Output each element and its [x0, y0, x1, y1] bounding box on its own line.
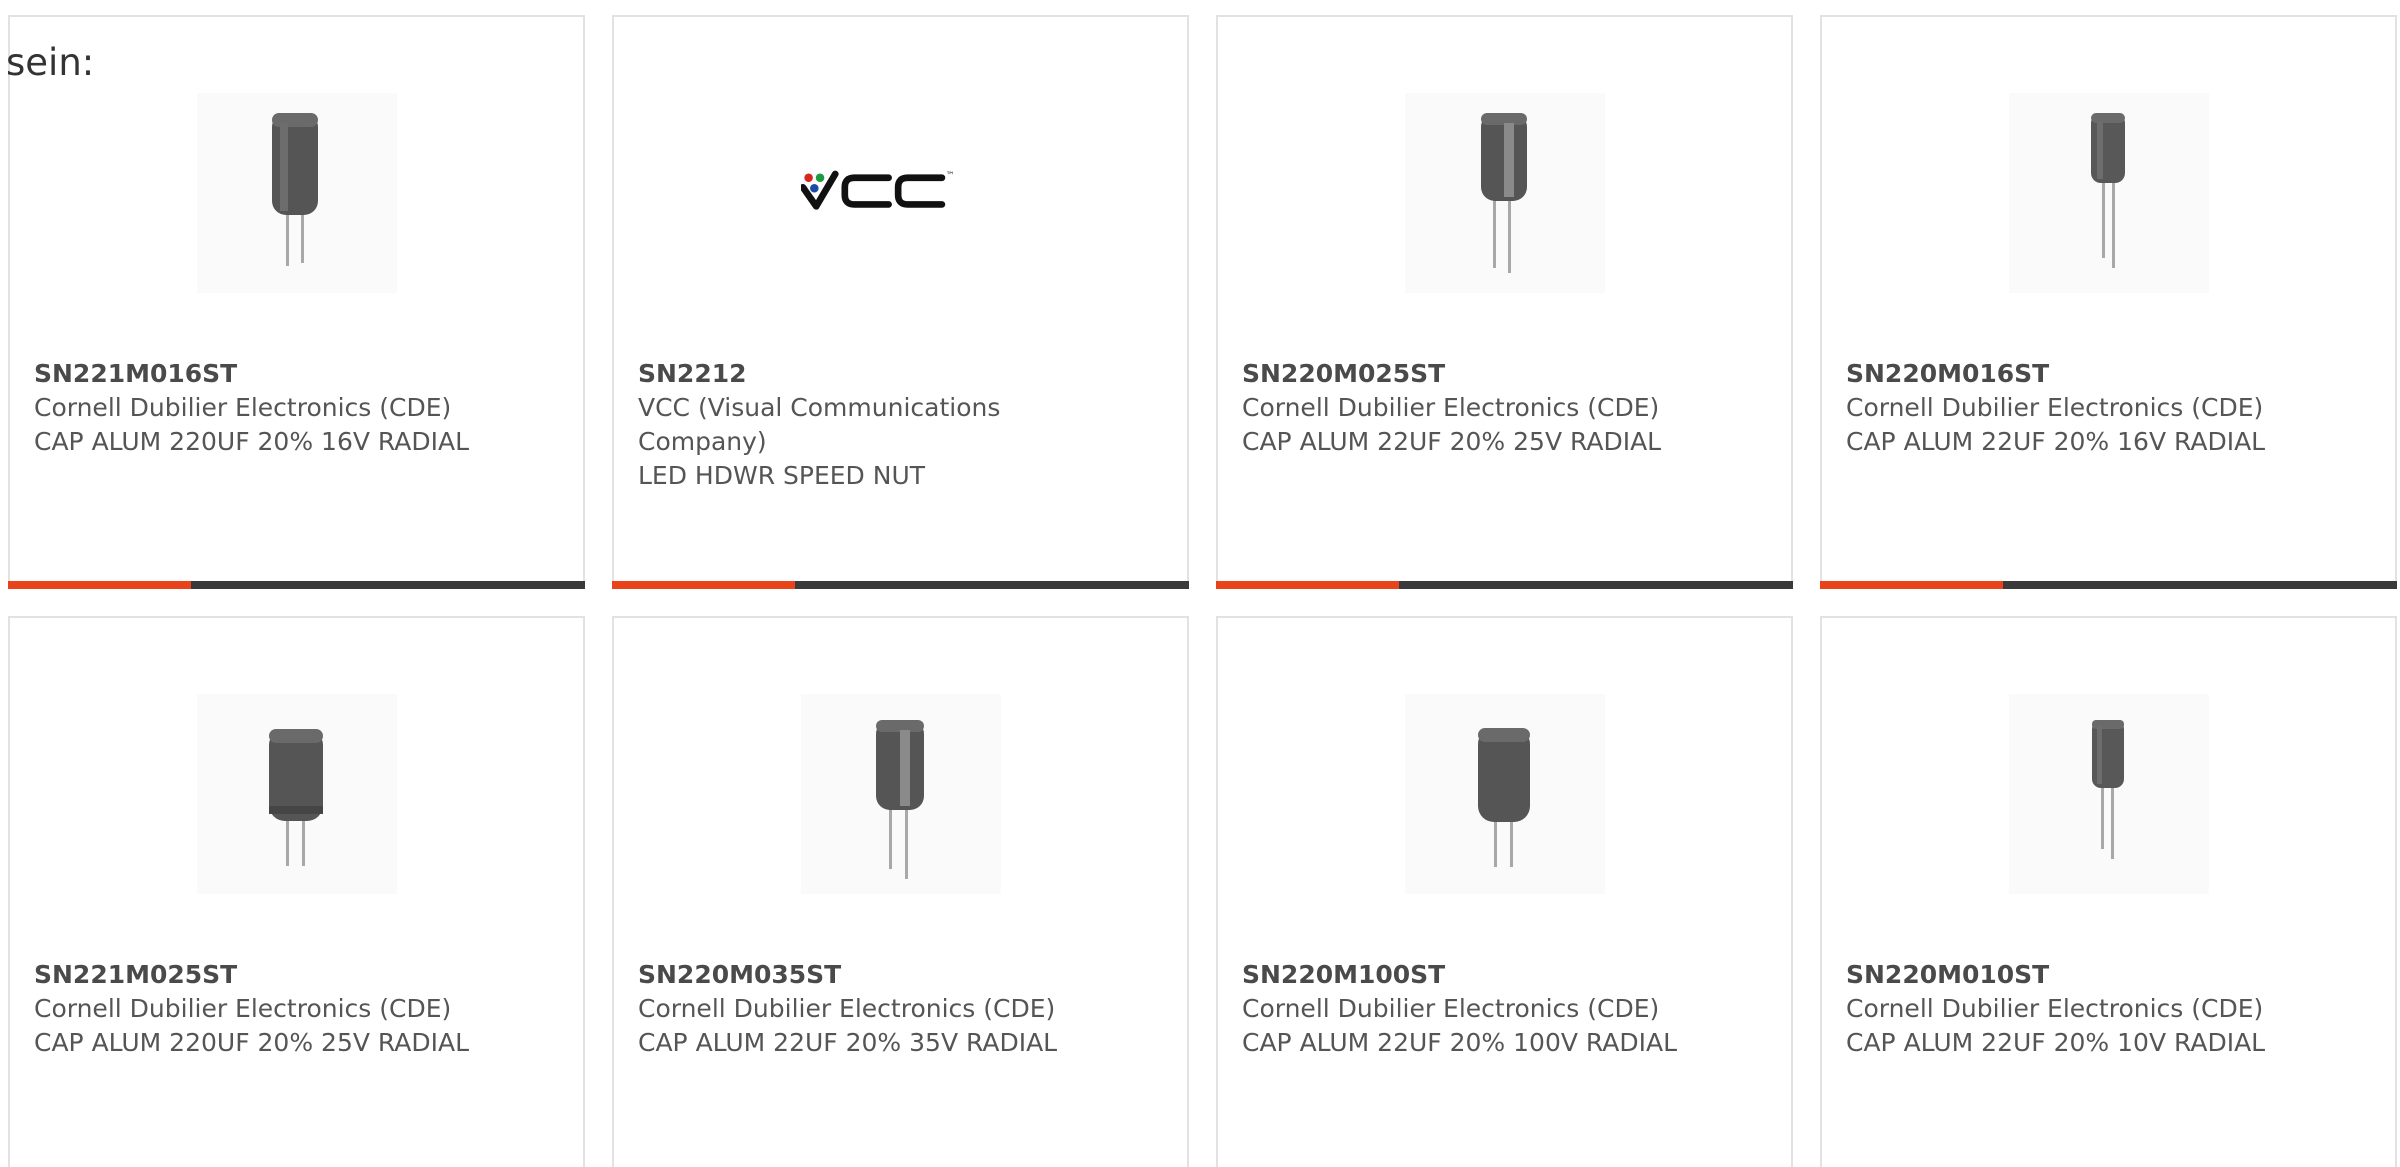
part-number[interactable]: SN220M016ST: [1846, 357, 2326, 391]
product-card[interactable]: SN220M035ST Cornell Dubilier Electronics…: [612, 616, 1189, 1167]
manufacturer: VCC (Visual Communications Company): [638, 393, 1001, 456]
card-accent-fill: [1216, 581, 1399, 589]
capacitor-image[interactable]: [197, 694, 397, 894]
card-accent-fill: [612, 581, 795, 589]
description: CAP ALUM 22UF 20% 16V RADIAL: [1846, 427, 2266, 456]
product-info: SN220M016ST Cornell Dubilier Electronics…: [1846, 357, 2326, 459]
description: LED HDWR SPEED NUT: [638, 461, 926, 490]
product-card[interactable]: ™ SN2212 VCC (Visual Communications Comp…: [612, 15, 1189, 589]
manufacturer: Cornell Dubilier Electronics (CDE): [34, 994, 452, 1023]
description: CAP ALUM 22UF 20% 100V RADIAL: [1242, 1028, 1678, 1057]
part-number[interactable]: SN220M035ST: [638, 958, 1118, 992]
product-card[interactable]: SN221M016ST Cornell Dubilier Electronics…: [8, 15, 585, 589]
manufacturer: Cornell Dubilier Electronics (CDE): [1846, 994, 2264, 1023]
product-grid: SN221M016ST Cornell Dubilier Electronics…: [8, 15, 2397, 1167]
card-accent-bar: [8, 581, 585, 589]
card-accent-bar: [612, 581, 1189, 589]
product-info: SN220M010ST Cornell Dubilier Electronics…: [1846, 958, 2326, 1060]
part-number[interactable]: SN220M025ST: [1242, 357, 1722, 391]
card-accent-fill: [1820, 581, 2003, 589]
product-info: SN220M025ST Cornell Dubilier Electronics…: [1242, 357, 1722, 459]
svg-text:™: ™: [946, 171, 955, 181]
part-number[interactable]: SN221M025ST: [34, 958, 514, 992]
capacitor-image[interactable]: [2009, 93, 2209, 293]
capacitor-image[interactable]: [197, 93, 397, 293]
part-number[interactable]: SN2212: [638, 357, 1118, 391]
product-card[interactable]: SN220M100ST Cornell Dubilier Electronics…: [1216, 616, 1793, 1167]
product-info: SN2212 VCC (Visual Communications Compan…: [638, 357, 1118, 493]
capacitor-image[interactable]: [2009, 694, 2209, 894]
description: CAP ALUM 22UF 20% 25V RADIAL: [1242, 427, 1662, 456]
manufacturer: Cornell Dubilier Electronics (CDE): [34, 393, 452, 422]
capacitor-image[interactable]: [801, 694, 1001, 894]
manufacturer: Cornell Dubilier Electronics (CDE): [1846, 393, 2264, 422]
part-number[interactable]: SN221M016ST: [34, 357, 514, 391]
capacitor-image[interactable]: [1405, 694, 1605, 894]
part-number[interactable]: SN220M010ST: [1846, 958, 2326, 992]
description: CAP ALUM 220UF 20% 16V RADIAL: [34, 427, 470, 456]
intro-text: sein:: [6, 41, 95, 84]
part-number[interactable]: SN220M100ST: [1242, 958, 1722, 992]
product-info: SN221M016ST Cornell Dubilier Electronics…: [34, 357, 514, 459]
product-info: SN220M035ST Cornell Dubilier Electronics…: [638, 958, 1118, 1060]
manufacturer: Cornell Dubilier Electronics (CDE): [1242, 393, 1660, 422]
description: CAP ALUM 22UF 20% 35V RADIAL: [638, 1028, 1058, 1057]
product-card[interactable]: SN220M025ST Cornell Dubilier Electronics…: [1216, 15, 1793, 589]
vcc-logo[interactable]: ™: [801, 93, 1001, 293]
card-accent-bar: [1216, 581, 1793, 589]
product-info: SN221M025ST Cornell Dubilier Electronics…: [34, 958, 514, 1060]
product-card[interactable]: SN220M010ST Cornell Dubilier Electronics…: [1820, 616, 2397, 1167]
capacitor-image[interactable]: [1405, 93, 1605, 293]
manufacturer: Cornell Dubilier Electronics (CDE): [638, 994, 1056, 1023]
product-card[interactable]: SN220M016ST Cornell Dubilier Electronics…: [1820, 15, 2397, 589]
product-card[interactable]: SN221M025ST Cornell Dubilier Electronics…: [8, 616, 585, 1167]
card-accent-bar: [1820, 581, 2397, 589]
product-info: SN220M100ST Cornell Dubilier Electronics…: [1242, 958, 1722, 1060]
card-accent-fill: [8, 581, 191, 589]
product-grid-page: sein: SN221M016ST Cornell Dubilier Elect…: [0, 0, 2400, 1167]
description: CAP ALUM 220UF 20% 25V RADIAL: [34, 1028, 470, 1057]
description: CAP ALUM 22UF 20% 10V RADIAL: [1846, 1028, 2266, 1057]
manufacturer: Cornell Dubilier Electronics (CDE): [1242, 994, 1660, 1023]
